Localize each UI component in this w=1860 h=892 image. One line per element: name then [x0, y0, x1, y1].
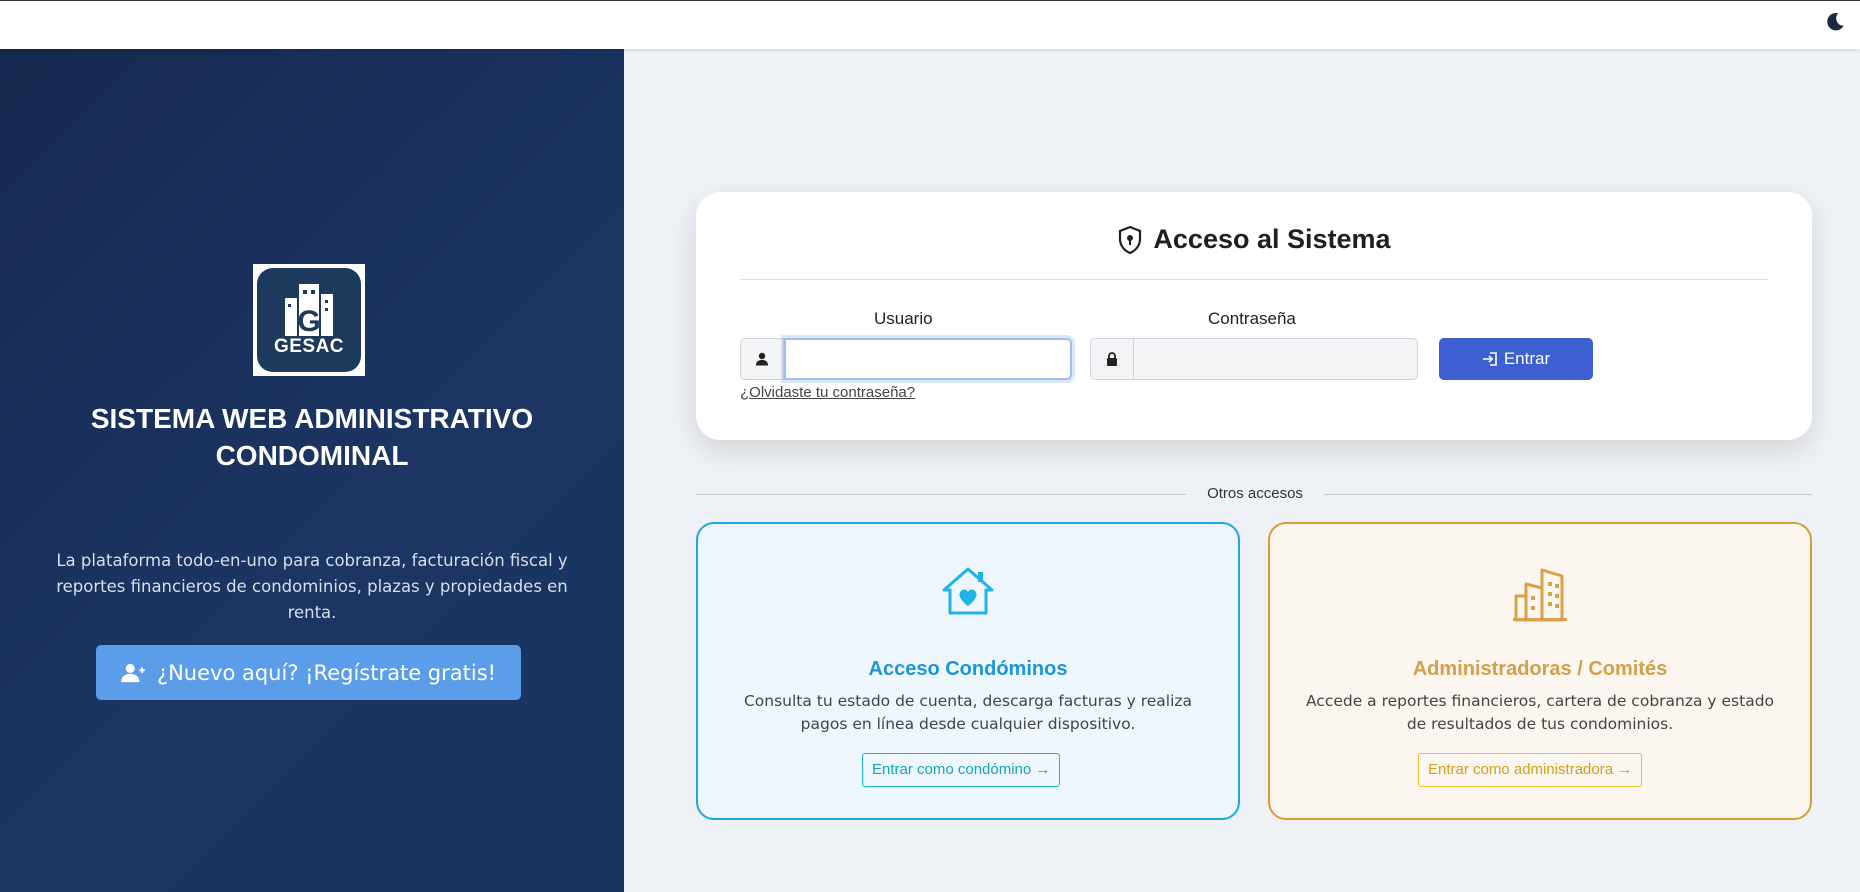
condo-access-title: Acceso Condóminos: [868, 658, 1068, 680]
sign-in-icon: [1482, 352, 1497, 366]
condo-access-card: Acceso Condóminos Consulta tu estado de …: [696, 522, 1240, 820]
moon-icon[interactable]: [1824, 11, 1846, 33]
gesac-logo: G GESAC: [253, 264, 365, 376]
system-description: La plataforma todo-en-uno para cobranza,…: [56, 551, 568, 622]
login-title: Acceso al Sistema: [696, 224, 1812, 255]
house-heart-icon: [942, 567, 994, 615]
condo-access-link[interactable]: Entrar como condómino →: [862, 753, 1061, 787]
lock-icon: [1090, 338, 1134, 380]
card-divider: [740, 279, 1768, 280]
shield-lock-icon: [1119, 225, 1142, 254]
admin-access-description: Accede a reportes financieros, cartera d…: [1305, 692, 1775, 733]
logo-text: GESAC: [273, 336, 345, 357]
enter-label: Entrar: [1503, 349, 1551, 368]
admin-access-title: Administradoras / Comités: [1412, 658, 1668, 680]
top-bar: [0, 0, 1860, 49]
admin-access-card: Administradoras / Comités Accede a repor…: [1268, 522, 1812, 820]
system-title: SISTEMA WEB ADMINISTRATIVO CONDOMINAL: [90, 403, 534, 471]
forgot-password-link[interactable]: ¿Olvidaste tu contraseña?: [740, 384, 915, 401]
enter-button[interactable]: Entrar: [1439, 338, 1593, 380]
register-button[interactable]: ¿Nuevo aquí? ¡Regístrate gratis!: [96, 645, 521, 700]
user-plus-icon: [121, 663, 145, 682]
register-label: ¿Nuevo aquí? ¡Regístrate gratis!: [156, 660, 497, 685]
condo-access-description: Consulta tu estado de cuenta, descarga f…: [743, 692, 1193, 733]
password-label: Contraseña: [1208, 309, 1296, 328]
logo-letter: G: [297, 305, 320, 338]
login-title-text: Acceso al Sistema: [1153, 224, 1391, 254]
admin-access-link[interactable]: Entrar como administradora →: [1418, 753, 1643, 787]
password-input-group: [1090, 338, 1418, 380]
user-input[interactable]: [784, 338, 1072, 380]
user-label: Usuario: [874, 309, 933, 328]
login-card: Acceso al Sistema Usuario Contraseña Ent…: [696, 192, 1812, 440]
password-input[interactable]: [1134, 338, 1418, 380]
others-label: Otros accesos: [1186, 482, 1324, 506]
buildings-icon: [1513, 568, 1567, 622]
user-icon: [740, 338, 784, 380]
user-input-group: [740, 338, 1072, 380]
